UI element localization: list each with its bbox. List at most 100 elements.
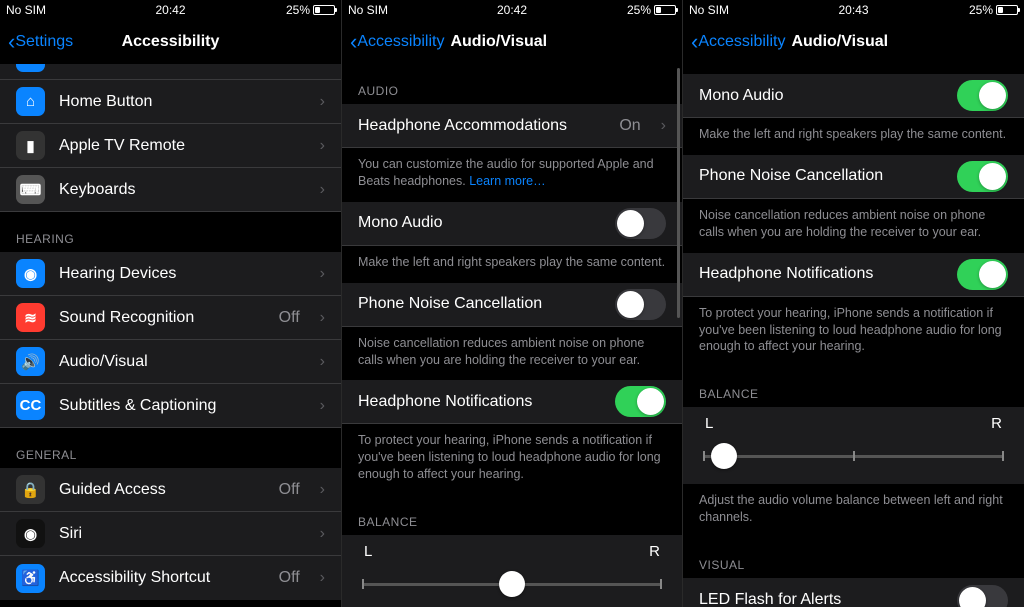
nav-bar: ‹Accessibility Audio/Visual — [683, 20, 1024, 64]
row-label: LED Flash for Alerts — [699, 591, 943, 607]
nav-bar: ‹SettingsAccessibility — [0, 20, 341, 64]
section-header: VISUAL — [683, 538, 1024, 578]
battery-indicator: 25% — [286, 3, 335, 17]
page-title: Audio/Visual — [791, 33, 888, 51]
status-bar: No SIM20:4325% — [683, 0, 1024, 20]
section-footer: Make the left and right speakers play th… — [683, 118, 1024, 155]
chevron-right-icon: › — [320, 309, 325, 327]
row-label: Sound Recognition — [59, 309, 265, 327]
row-label: Hearing Devices — [59, 265, 300, 283]
chevron-right-icon: › — [320, 181, 325, 199]
row-label: Audio/Visual — [59, 353, 300, 371]
section-footer: Noise cancellation reduces ambient noise… — [683, 199, 1024, 253]
toggle-switch[interactable] — [957, 585, 1008, 607]
scroll-content[interactable]: ›⌂Home Button›▮Apple TV Remote›⌨Keyboard… — [0, 64, 341, 607]
slider-knob[interactable] — [499, 571, 525, 597]
row-value: Off — [279, 309, 300, 327]
battery-icon — [654, 5, 676, 15]
row-label: Subtitles & Captioning — [59, 397, 300, 415]
section-footer: Adjust the audio volume balance between … — [683, 484, 1024, 538]
toggle-switch[interactable] — [957, 161, 1008, 192]
carrier-label: No SIM — [689, 3, 729, 17]
siri-icon: ◉ — [24, 525, 37, 543]
section-header: BALANCE — [342, 495, 682, 535]
status-bar: No SIM20:4225% — [342, 0, 682, 20]
settings-row[interactable]: Phone Noise Cancellation — [342, 283, 682, 327]
chevron-right-icon: › — [320, 265, 325, 283]
settings-row[interactable]: ⌂Home Button› — [0, 80, 341, 124]
guided-access-icon: 🔒 — [21, 481, 40, 499]
chevron-right-icon: › — [320, 93, 325, 111]
row-icon: ≋ — [16, 303, 45, 332]
toggle-switch[interactable] — [957, 80, 1008, 111]
back-label: Accessibility — [357, 33, 444, 51]
settings-row[interactable]: ≋ Sound Recognition Off › — [0, 296, 341, 340]
settings-row[interactable]: ⌨ Keyboards › — [0, 168, 341, 212]
row-label: Guided Access — [59, 481, 265, 499]
slider-track[interactable] — [703, 442, 1004, 470]
settings-row[interactable]: Mono Audio — [683, 74, 1024, 118]
chevron-right-icon: › — [320, 64, 325, 67]
row-label: Headphone Accommodations — [358, 117, 605, 135]
toggle-switch[interactable] — [615, 208, 666, 239]
row-value: Off — [279, 481, 300, 499]
settings-row[interactable]: 🔊Audio/Visual› — [0, 340, 341, 384]
settings-row[interactable]: ◉ Hearing Devices › — [0, 252, 341, 296]
battery-indicator: 25% — [627, 3, 676, 17]
scroll-content[interactable]: Mono AudioMake the left and right speake… — [683, 64, 1024, 607]
ear-icon: ◉ — [24, 265, 37, 283]
keyboard-icon: ⌨ — [20, 181, 42, 199]
section-footer: Noise cancellation reduces ambient noise… — [342, 327, 682, 381]
section-header: AUDIO — [342, 64, 682, 104]
row-label: Apple TV Remote — [59, 137, 300, 155]
settings-row[interactable]: Headphone AccommodationsOn› — [342, 104, 682, 148]
learn-more-link[interactable]: Learn more… — [469, 174, 545, 188]
settings-row[interactable]: › — [0, 64, 341, 80]
toggle-switch[interactable] — [615, 289, 666, 320]
settings-row[interactable]: Headphone Notifications — [683, 253, 1024, 297]
chevron-left-icon: ‹ — [8, 31, 15, 53]
section-footer: You can customize the audio for supporte… — [342, 148, 682, 202]
slider-knob[interactable] — [711, 443, 737, 469]
balance-right-label: R — [991, 415, 1002, 432]
row-label: Phone Noise Cancellation — [358, 295, 601, 313]
settings-row[interactable]: ▮Apple TV Remote› — [0, 124, 341, 168]
row-label: Keyboards — [59, 181, 300, 199]
settings-row[interactable]: CCSubtitles & Captioning› — [0, 384, 341, 428]
balance-slider: LR — [683, 407, 1024, 484]
slider-track[interactable] — [362, 570, 662, 598]
section-header: HEARING — [0, 212, 341, 252]
settings-row[interactable]: Mono Audio — [342, 202, 682, 246]
section-footer: Make the left and right speakers play th… — [342, 246, 682, 283]
scroll-content[interactable]: AUDIOHeadphone AccommodationsOn›You can … — [342, 64, 682, 607]
row-label: Siri — [59, 525, 300, 543]
row-icon: ⌂ — [16, 87, 45, 116]
chevron-right-icon: › — [320, 397, 325, 415]
back-button[interactable]: ‹Accessibility — [350, 31, 444, 53]
chevron-right-icon: › — [320, 569, 325, 587]
tv-remote-icon: ▮ — [26, 137, 34, 155]
balance-left-label: L — [364, 543, 372, 560]
settings-row[interactable]: ◉ Siri › — [0, 512, 341, 556]
status-bar: No SIM20:4225% — [0, 0, 341, 20]
settings-row[interactable]: LED Flash for Alerts — [683, 578, 1024, 607]
toggle-switch[interactable] — [957, 259, 1008, 290]
back-label: Settings — [15, 33, 73, 51]
back-button[interactable]: ‹Accessibility — [691, 31, 785, 53]
audio-visual-icon: 🔊 — [21, 353, 40, 371]
accessibility-icon: ♿ — [21, 569, 40, 587]
toggle-switch[interactable] — [615, 386, 666, 417]
section-footer: To protect your hearing, iPhone sends a … — [683, 297, 1024, 368]
row-value: On — [619, 117, 640, 135]
row-label: Accessibility Shortcut — [59, 569, 265, 587]
balance-right-label: R — [649, 543, 660, 560]
settings-row[interactable]: Phone Noise Cancellation — [683, 155, 1024, 199]
row-icon: ▮ — [16, 131, 45, 160]
settings-row[interactable]: ♿Accessibility ShortcutOff› — [0, 556, 341, 600]
settings-row[interactable]: 🔒Guided AccessOff› — [0, 468, 341, 512]
chevron-left-icon: ‹ — [350, 31, 357, 53]
chevron-right-icon: › — [320, 525, 325, 543]
row-label: Mono Audio — [358, 214, 601, 232]
settings-row[interactable]: Headphone Notifications — [342, 380, 682, 424]
back-button[interactable]: ‹Settings — [8, 31, 73, 53]
